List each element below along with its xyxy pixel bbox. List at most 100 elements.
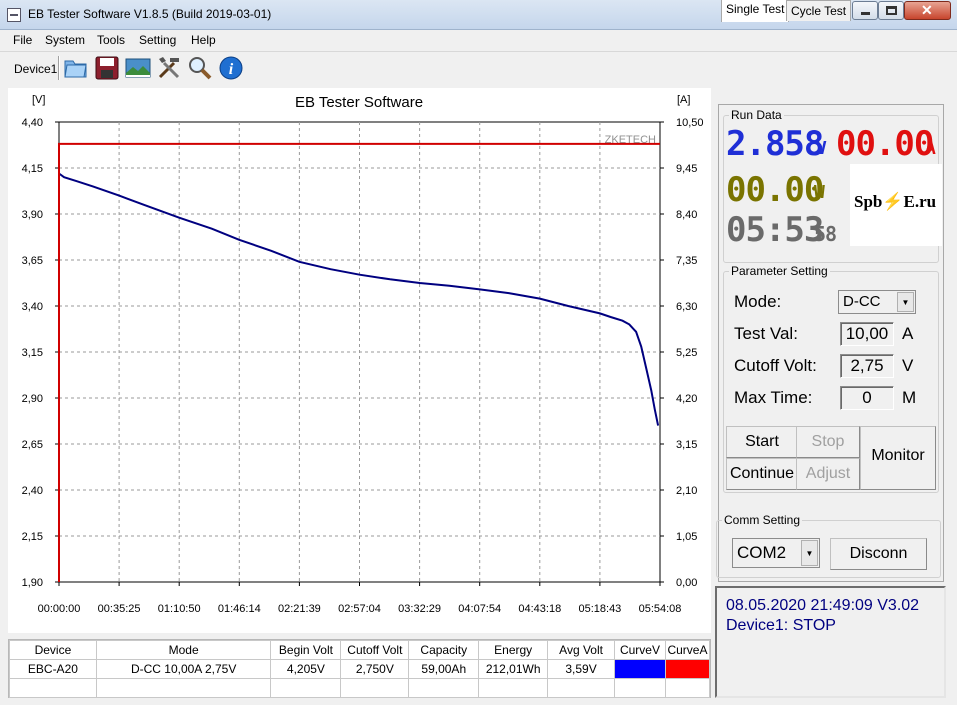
y-left-tick-label: 2,65	[22, 439, 43, 451]
y-right-tick-label: 10,50	[676, 117, 704, 129]
col-curve-a: CurveA	[664, 640, 711, 660]
cutoff-volt-label: Cutoff Volt:	[734, 356, 817, 375]
y-left-tick-label: 2,15	[22, 531, 43, 543]
x-tick-label: 02:57:04	[338, 603, 381, 615]
continue-button[interactable]: Continue	[726, 458, 798, 490]
test-val-field[interactable]: 10,00	[840, 322, 894, 346]
max-time-field[interactable]: 0	[840, 386, 894, 410]
chart-panel: 4,40 4,15 3,90 3,65 3,40 3,15 2,90 2,65 2,40 2,15…	[8, 88, 711, 633]
menu-tools[interactable]: Tools	[97, 33, 125, 47]
y-right-tick-label: 5,25	[676, 347, 697, 359]
time-readout: 05:53	[726, 210, 824, 250]
y-right-tick-label: 2,10	[676, 485, 697, 497]
cell-curve-a-color[interactable]	[664, 659, 711, 679]
picture-icon[interactable]	[125, 55, 151, 81]
current-readout: 00.00	[836, 124, 934, 164]
y-left-tick-label: 2,40	[22, 485, 43, 497]
mode-select[interactable]: D-CC ▼	[838, 290, 916, 314]
chevron-down-icon: ▼	[897, 292, 914, 312]
mode-label: Mode:	[734, 292, 782, 311]
chart-title: EB Tester Software	[295, 94, 423, 111]
y-right-tick-label: 1,05	[676, 531, 697, 543]
disconnect-button[interactable]: Disconn	[830, 538, 927, 570]
tab-single-test[interactable]: Single Test	[721, 0, 790, 22]
cell-begin-volt: 4,205V	[270, 659, 342, 679]
voltage-readout: 2.858	[726, 124, 824, 164]
x-tick-label: 05:18:43	[578, 603, 621, 615]
toolbar: Device1 i	[0, 51, 957, 83]
adjust-button[interactable]: Adjust	[796, 458, 860, 490]
table-row-empty	[9, 678, 711, 698]
x-tick-label: 04:07:54	[458, 603, 501, 615]
x-tick-label: 05:54:08	[639, 603, 682, 615]
voltage-unit: V	[816, 138, 827, 159]
com-port-value: COM2	[737, 543, 787, 562]
status-device: Device1: STOP	[726, 617, 836, 634]
col-device: Device	[9, 640, 97, 660]
comm-setting-group: Comm Setting COM2 ▼ Disconn	[716, 513, 941, 578]
status-datetime: 08.05.2020 21:49:09 V3.02	[726, 597, 920, 614]
cutoff-volt-field[interactable]: 2,75	[840, 354, 894, 378]
y-right-tick-label: 8,40	[676, 209, 697, 221]
y-left-tick-label: 1,90	[22, 577, 43, 589]
y-left-tick-label: 3,15	[22, 347, 43, 359]
menu-setting[interactable]: Setting	[139, 33, 176, 47]
cell-device: EBC-A20	[9, 659, 97, 679]
y-right-tick-label: 7,35	[676, 255, 697, 267]
status-panel: 08.05.2020 21:49:09 V3.02 Device1: STOP	[715, 586, 946, 698]
close-button[interactable]: ✕	[904, 1, 951, 20]
x-tick-label: 02:21:39	[278, 603, 321, 615]
info-icon[interactable]: i	[218, 55, 244, 81]
menu-file[interactable]: File	[13, 33, 32, 47]
x-tick-label: 03:32:29	[398, 603, 441, 615]
y-right-tick-label: 6,30	[676, 301, 697, 313]
cutoff-volt-unit: V	[902, 356, 914, 375]
search-icon[interactable]	[187, 55, 213, 81]
x-tick-label: 00:00:00	[38, 603, 81, 615]
current-unit: A	[925, 138, 936, 159]
test-val-label: Test Val:	[734, 324, 798, 343]
com-port-select[interactable]: COM2 ▼	[732, 538, 820, 568]
logo: Spb⚡E.ru	[850, 164, 942, 246]
maximize-icon	[886, 6, 897, 15]
tools-icon[interactable]	[156, 55, 182, 81]
menu-bar: File System Tools Setting Help	[0, 30, 957, 50]
col-mode: Mode	[95, 640, 272, 660]
start-button[interactable]: Start	[726, 426, 798, 458]
col-avg-volt: Avg Volt	[547, 640, 615, 660]
comm-setting-title: Comm Setting	[722, 513, 803, 527]
power-readout: 00.00	[726, 170, 824, 210]
col-capacity: Capacity	[408, 640, 480, 660]
run-data-group: Run Data 2.858 V 00.00 A 00.00 W 05:53 5…	[723, 108, 942, 263]
table-row[interactable]: EBC-A20 D-CC 10,00A 2,75V 4,205V 2,750V …	[9, 659, 711, 679]
x-tick-label: 01:46:14	[218, 603, 261, 615]
y-left-tick-label: 4,15	[22, 163, 43, 175]
max-time-unit: M	[902, 388, 917, 407]
mode-value: D-CC	[843, 293, 881, 310]
menu-help[interactable]: Help	[191, 33, 216, 47]
cell-curve-v-color[interactable]	[614, 659, 666, 679]
y-right-tick-label: 3,15	[676, 439, 697, 451]
open-folder-icon[interactable]	[63, 55, 89, 81]
parameter-setting-group: Parameter Setting Mode: D-CC ▼ Test Val:…	[723, 264, 939, 493]
time-seconds: 58	[814, 222, 837, 246]
discharge-chart: 4,40 4,15 3,90 3,65 3,40 3,15 2,90 2,65 2,40 2,15…	[22, 94, 704, 615]
stop-button[interactable]: Stop	[796, 426, 860, 458]
max-time-label: Max Time:	[734, 388, 813, 407]
menu-system[interactable]: System	[45, 33, 85, 47]
monitor-button[interactable]: Monitor	[860, 426, 936, 490]
save-disk-icon[interactable]	[94, 55, 120, 81]
window-title: EB Tester Software V1.8.5 (Build 2019-03…	[28, 7, 272, 21]
parameter-setting-title: Parameter Setting	[729, 264, 830, 278]
maximize-button[interactable]	[878, 1, 904, 20]
col-begin-volt: Begin Volt	[270, 640, 342, 660]
x-tick-label: 04:43:18	[518, 603, 561, 615]
y-right-tick-label: 4,20	[676, 393, 697, 405]
tab-cycle-test[interactable]: Cycle Test	[786, 0, 852, 21]
y-left-unit: [V]	[32, 94, 45, 106]
chevron-down-icon: ▼	[801, 540, 818, 566]
y-left-tick-label: 4,40	[22, 117, 43, 129]
minimize-button[interactable]	[852, 1, 878, 20]
results-table: Device Mode Begin Volt Cutoff Volt Capac…	[8, 639, 711, 698]
power-unit: W	[814, 182, 825, 203]
